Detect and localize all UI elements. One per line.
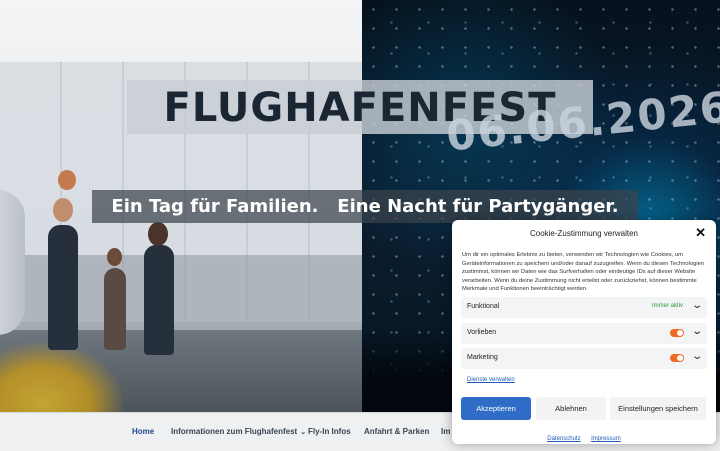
person-father — [48, 225, 78, 350]
nav-item-informationen-label: Informationen zum Flughafenfest — [171, 427, 298, 436]
aircraft-nose — [0, 190, 25, 335]
chevron-down-icon[interactable]: ⌄ — [691, 300, 703, 312]
chevron-down-icon[interactable]: ⌄ — [691, 326, 703, 338]
person-child-girl — [104, 268, 126, 350]
person-mother-head — [148, 222, 168, 246]
dialog-footer-links: Datenschutz Impressum — [452, 427, 716, 445]
person-child-on-shoulders — [58, 170, 76, 190]
close-icon[interactable]: ✕ — [695, 226, 706, 240]
category-label: Marketing — [467, 354, 498, 361]
person-father-head — [53, 198, 73, 222]
cookie-consent-dialog: Cookie-Zustimmung verwalten ✕ Um dir ein… — [452, 220, 716, 444]
chevron-down-icon: ⌄ — [300, 429, 307, 436]
deny-button[interactable]: Ablehnen — [536, 397, 606, 420]
category-label: Vorlieben — [467, 329, 497, 336]
category-row-funktional[interactable]: Funktional Immer aktiv ⌄ — [461, 297, 707, 318]
nav-item-informationen[interactable]: Informationen zum Flughafenfest ⌄ — [171, 427, 306, 436]
consent-description: Um dir ein optimales Erlebnis zu bieten,… — [462, 252, 705, 292]
marketing-toggle[interactable] — [670, 354, 684, 362]
always-active-badge: Immer aktiv — [651, 303, 683, 309]
nav-item-anfahrt[interactable]: Anfahrt & Parken — [364, 427, 429, 436]
save-settings-button[interactable]: Einstellungen speichern — [610, 397, 706, 420]
chevron-down-icon[interactable]: ⌄ — [691, 351, 703, 363]
dialog-title: Cookie-Zustimmung verwalten — [529, 229, 639, 238]
nav-item-impressum[interactable]: Im — [441, 427, 450, 436]
category-label: Funktional — [467, 303, 500, 310]
accept-button[interactable]: Akzeptieren — [461, 397, 531, 420]
imprint-link[interactable]: Impressum — [591, 436, 621, 442]
person-mother — [144, 245, 174, 355]
category-row-vorlieben[interactable]: Vorlieben ⌄ — [461, 323, 707, 344]
nav-item-home[interactable]: Home — [132, 427, 154, 436]
manage-services-link[interactable]: Dienste verwalten — [467, 377, 515, 383]
category-row-marketing[interactable]: Marketing ⌄ — [461, 348, 707, 369]
event-tagline: Ein Tag für Familien. Eine Nacht für Par… — [111, 196, 619, 217]
privacy-link[interactable]: Datenschutz — [547, 436, 580, 442]
nav-item-fly-in[interactable]: Fly-In Infos — [308, 427, 351, 436]
person-child-girl-head — [107, 248, 122, 266]
vorlieben-toggle[interactable] — [670, 329, 684, 337]
